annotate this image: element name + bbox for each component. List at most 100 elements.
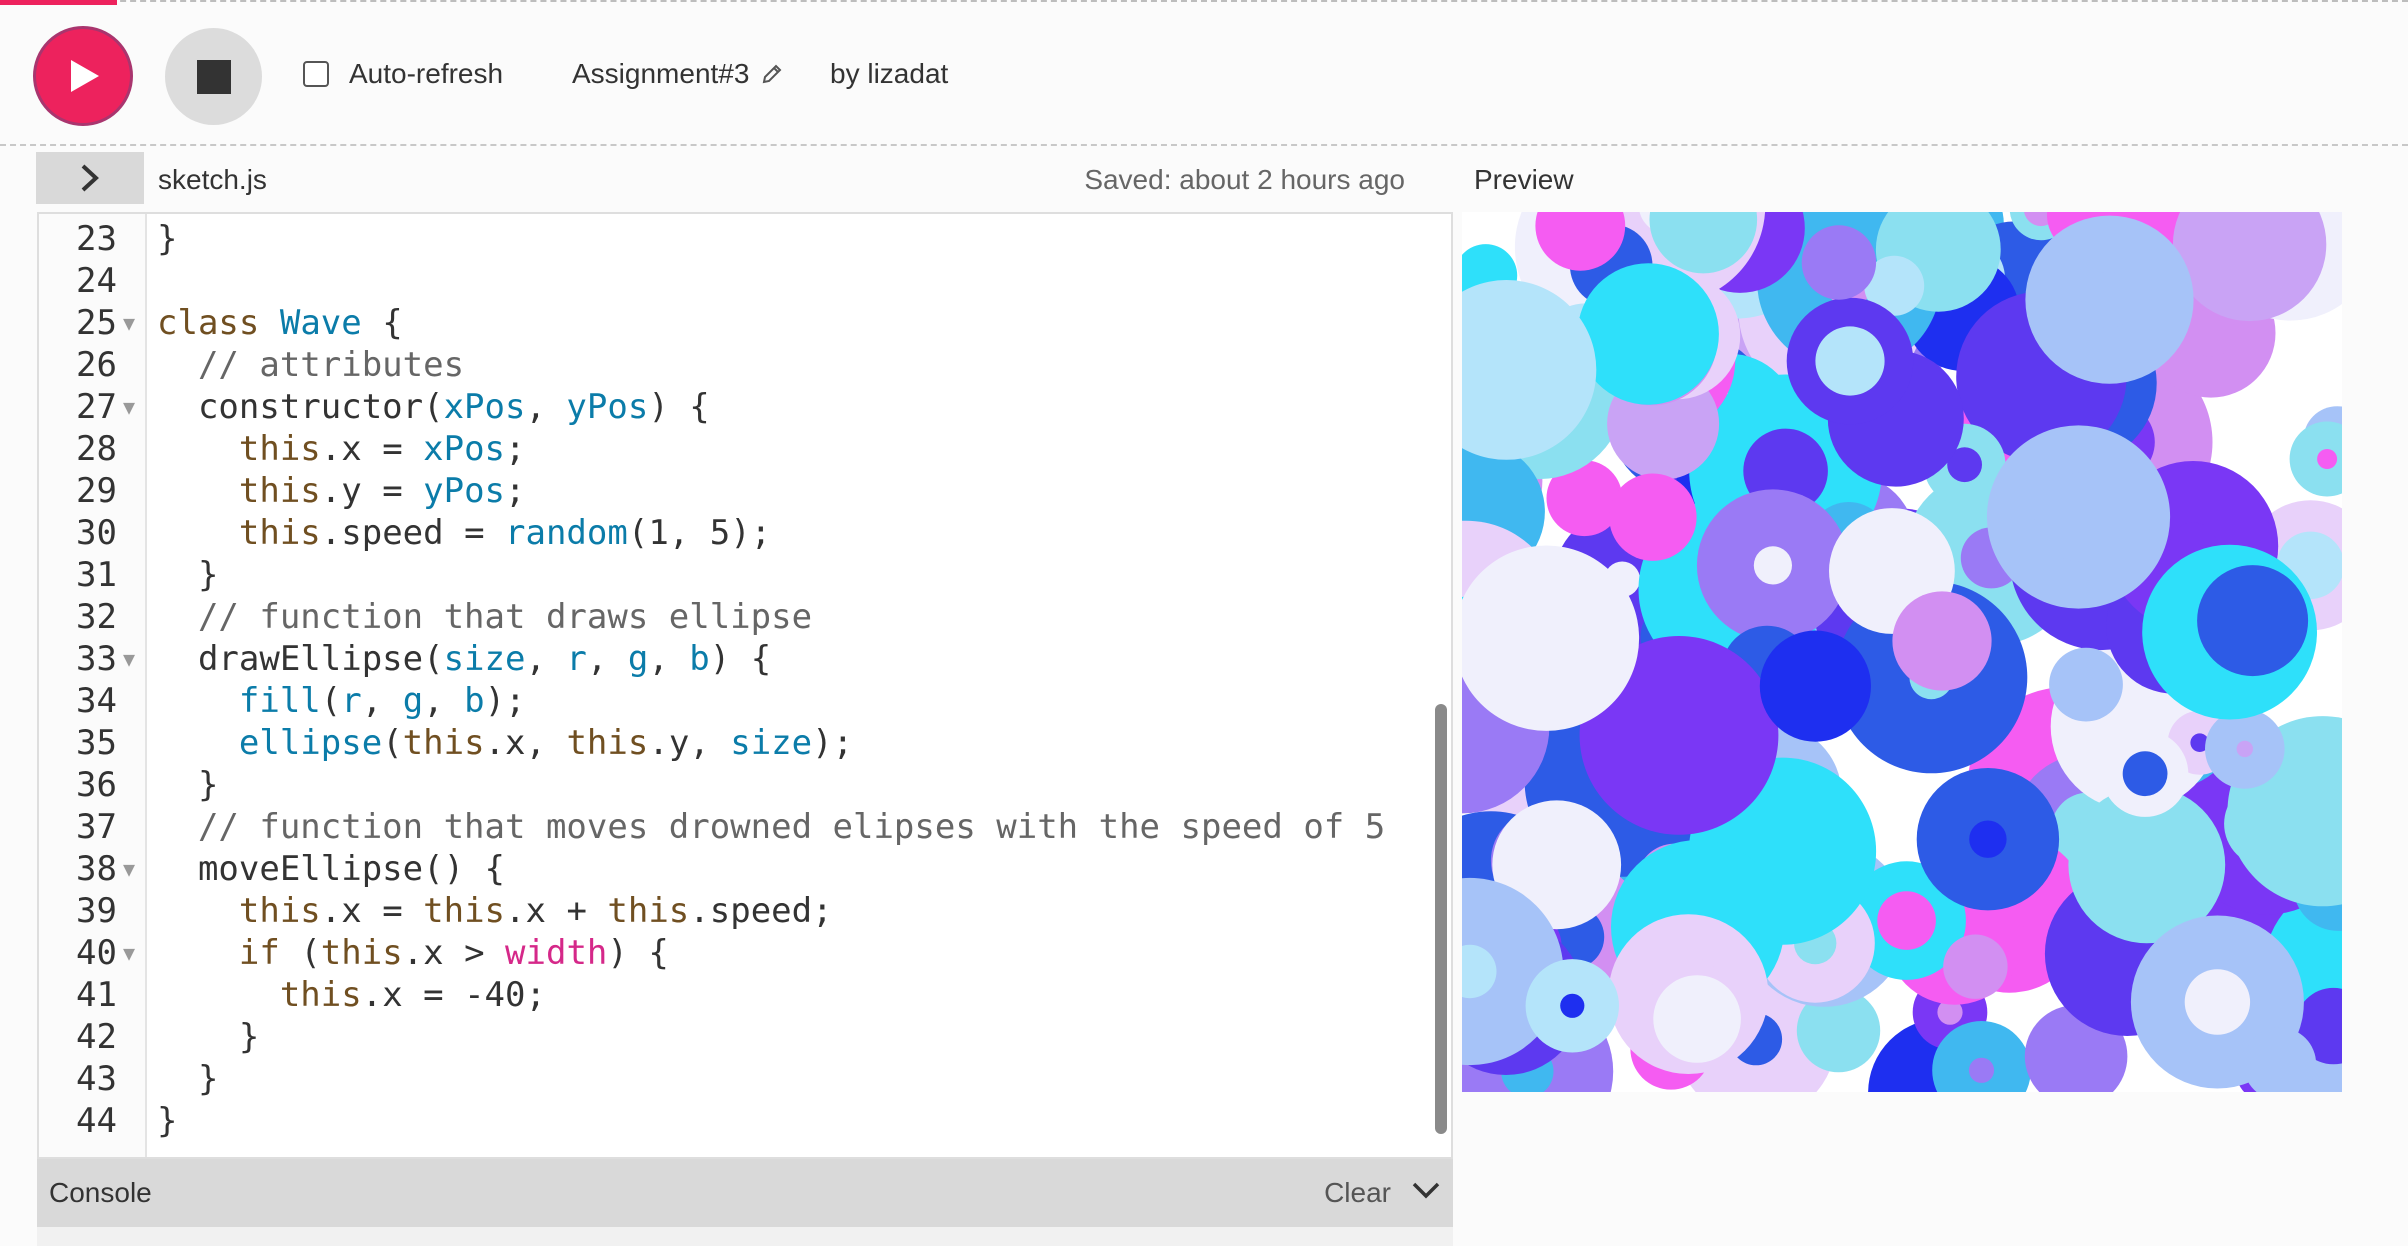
console-title: Console	[49, 1177, 152, 1208]
sketch-circle	[2236, 740, 2253, 758]
code-line[interactable]: 29 this.y = yPos;	[39, 470, 1451, 512]
line-number: 33	[76, 639, 117, 679]
line-code: moveEllipse() {	[157, 849, 505, 889]
line-code: }	[157, 1101, 178, 1141]
line-number: 24	[76, 261, 117, 301]
project-name[interactable]: Assignment#3	[572, 58, 783, 90]
code-line[interactable]: 37 // function that moves drowned elipse…	[39, 806, 1451, 848]
sketch-circle	[1969, 820, 2007, 858]
line-number: 39	[76, 891, 117, 931]
sketch-preview-canvas	[1462, 212, 2342, 1092]
sketch-circle	[2184, 969, 2251, 1035]
code-line[interactable]: 43 }	[39, 1058, 1451, 1100]
sketch-circle	[1815, 326, 1885, 396]
code-line[interactable]: 33 ▼ drawEllipse(size, r, g, b) {	[39, 638, 1451, 680]
code-line[interactable]: 35 ellipse(this.x, this.y, size);	[39, 722, 1451, 764]
code-line[interactable]: 24	[39, 260, 1451, 302]
editor-scrollbar[interactable]	[1435, 704, 1447, 1134]
line-number: 25	[76, 303, 117, 343]
code-line[interactable]: 41 this.x = -40;	[39, 974, 1451, 1016]
play-button[interactable]	[33, 26, 133, 126]
code-line[interactable]: 27 ▼ constructor(xPos, yPos) {	[39, 386, 1451, 428]
fold-arrow-icon[interactable]: ▼	[123, 848, 135, 890]
code-line[interactable]: 30 this.speed = random(1, 5);	[39, 512, 1451, 554]
line-number: 38	[76, 849, 117, 889]
autorefresh-checkbox[interactable]	[303, 61, 329, 87]
line-code: drawEllipse(size, r, g, b) {	[157, 639, 772, 679]
play-icon	[71, 60, 99, 92]
console-body	[37, 1227, 1453, 1246]
sketch-circle	[2049, 647, 2123, 722]
fold-arrow-icon[interactable]: ▼	[123, 302, 135, 344]
line-code: ellipse(this.x, this.y, size);	[238, 723, 854, 763]
code-line[interactable]: 32 // function that draws ellipse	[39, 596, 1451, 638]
top-accent-bar	[0, 0, 117, 5]
author-byline[interactable]: by lizadat	[830, 58, 948, 90]
line-number: 36	[76, 765, 117, 805]
pencil-icon[interactable]	[761, 63, 783, 85]
sketch-circle	[1943, 934, 2008, 999]
line-code: }	[157, 555, 219, 595]
line-code: this.x = xPos;	[238, 429, 526, 469]
line-code: this.x = this.x + this.speed;	[238, 891, 833, 931]
chevron-down-icon[interactable]	[1411, 1179, 1441, 1203]
line-code: fill(r, g, b);	[238, 681, 526, 721]
fold-arrow-icon[interactable]: ▼	[123, 932, 135, 974]
sketch-circle	[2122, 751, 2168, 797]
code-line[interactable]: 40 ▼ if (this.x > width) {	[39, 932, 1451, 974]
sketch-circle	[1877, 891, 1936, 950]
line-number: 29	[76, 471, 117, 511]
line-number: 31	[76, 555, 117, 595]
line-code: this.x = -40;	[279, 975, 546, 1015]
line-number: 44	[76, 1101, 117, 1141]
line-code: }	[157, 765, 219, 805]
code-line[interactable]: 42 }	[39, 1016, 1451, 1058]
line-code: // function that draws ellipse	[197, 597, 813, 637]
code-line[interactable]: 25 ▼ class Wave {	[39, 302, 1451, 344]
line-number: 40	[76, 933, 117, 973]
code-line[interactable]: 34 fill(r, g, b);	[39, 680, 1451, 722]
fold-arrow-icon[interactable]: ▼	[123, 386, 135, 428]
code-line[interactable]: 36 }	[39, 764, 1451, 806]
line-code: constructor(xPos, yPos) {	[157, 387, 710, 427]
line-number: 42	[76, 1017, 117, 1057]
line-code: }	[157, 1017, 260, 1057]
toolbar: Auto-refresh Assignment#3 by lizadat	[0, 0, 2408, 146]
toggle-sidebar-button[interactable]	[36, 152, 144, 204]
code-line[interactable]: 23}	[39, 218, 1451, 260]
sketch-circle	[2081, 271, 2138, 328]
sketch-circle	[2317, 449, 2338, 469]
line-code: this.speed = random(1, 5);	[238, 513, 772, 553]
console-clear-button[interactable]: Clear	[1324, 1177, 1391, 1209]
sketch-circle	[1653, 975, 1741, 1063]
saved-status: Saved: about 2 hours ago	[1084, 164, 1405, 195]
code-line[interactable]: 26 // attributes	[39, 344, 1451, 386]
sketch-circle	[1560, 993, 1585, 1018]
line-code: }	[157, 1059, 219, 1099]
code-line[interactable]: 28 this.x = xPos;	[39, 428, 1451, 470]
autorefresh-label: Auto-refresh	[349, 58, 504, 89]
code-line[interactable]: 38 ▼ moveEllipse() {	[39, 848, 1451, 890]
line-number: 43	[76, 1059, 117, 1099]
fold-arrow-icon[interactable]: ▼	[123, 638, 135, 680]
line-code: class Wave {	[157, 303, 403, 343]
line-number: 34	[76, 681, 117, 721]
line-number: 28	[76, 429, 117, 469]
sketch-circle	[2034, 472, 2123, 562]
preview-label: Preview	[1474, 164, 1574, 195]
sketch-circle	[1571, 485, 1598, 512]
line-code: // attributes	[197, 345, 465, 385]
line-code: // function that moves drowned elipses w…	[197, 807, 1386, 847]
editor-header: sketch.js Saved: about 2 hours ago	[36, 152, 1452, 204]
stop-button[interactable]	[165, 28, 262, 125]
line-number: 32	[76, 597, 117, 637]
autorefresh-control[interactable]: Auto-refresh	[303, 58, 503, 90]
code-line[interactable]: 39 this.x = this.x + this.speed;	[39, 890, 1451, 932]
line-number: 23	[76, 219, 117, 259]
code-editor[interactable]: 23} 24 25 ▼ class Wave {26 // attributes 27 ▼ …	[37, 212, 1453, 1159]
line-number: 27	[76, 387, 117, 427]
code-line[interactable]: 31 }	[39, 554, 1451, 596]
code-line[interactable]: 44}	[39, 1100, 1451, 1142]
sketch-circle	[1462, 545, 1640, 731]
project-name-label: Assignment#3	[572, 58, 750, 89]
